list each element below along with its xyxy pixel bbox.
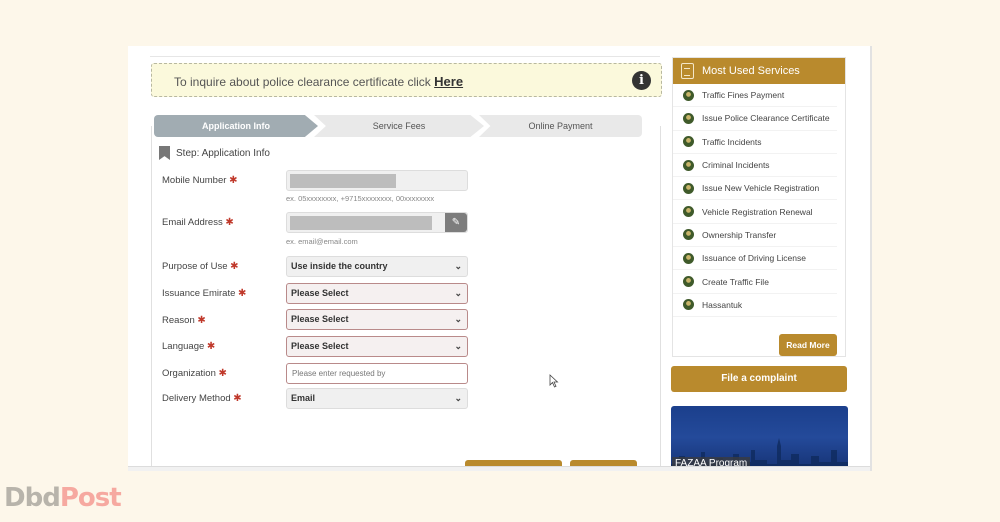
- organization-input[interactable]: Please enter requested by: [286, 363, 468, 384]
- browser-viewport: To inquire about police clearance certif…: [128, 46, 872, 471]
- required-icon: ✱: [229, 175, 238, 186]
- delivery-label: Delivery Method ✱: [162, 393, 242, 404]
- service-label: Issue Police Clearance Certificate: [702, 113, 830, 124]
- required-icon: ✱: [238, 288, 247, 299]
- required-icon: ✱: [233, 393, 242, 404]
- masked-value: [290, 216, 432, 230]
- service-label: Ownership Transfer: [702, 229, 777, 240]
- reason-label: Reason ✱: [162, 315, 206, 326]
- chevron-down-icon: ⌄: [454, 393, 462, 403]
- service-item[interactable]: Issuance of Driving License: [673, 247, 837, 271]
- service-label: Traffic Fines Payment: [702, 90, 785, 101]
- info-icon: i: [632, 71, 651, 90]
- taskbar-edge: [128, 466, 870, 471]
- required-icon: ✱: [230, 261, 239, 272]
- mobile-label: Mobile Number ✱: [162, 175, 238, 186]
- email-input[interactable]: ✎: [286, 212, 468, 233]
- required-icon: ✱: [197, 315, 206, 326]
- panel-title: Most Used Services: [702, 65, 800, 77]
- police-emblem-icon: [683, 159, 694, 171]
- organization-label: Organization ✱: [162, 368, 227, 379]
- here-link[interactable]: Here: [434, 74, 463, 89]
- service-item[interactable]: Criminal Incidents: [673, 154, 837, 178]
- step-application-info[interactable]: Application Info: [154, 115, 318, 137]
- file-complaint-button[interactable]: File a complaint: [671, 366, 847, 392]
- service-label: Criminal Incidents: [702, 160, 770, 171]
- divider: [150, 56, 660, 57]
- pencil-icon: ✎: [451, 217, 461, 228]
- reason-select[interactable]: Please Select ⌄: [286, 309, 468, 330]
- organization-placeholder: Please enter requested by: [292, 369, 386, 378]
- police-emblem-icon: [683, 276, 694, 288]
- police-emblem-icon: [683, 112, 694, 124]
- service-label: Traffic Incidents: [702, 136, 762, 147]
- police-emblem-icon: [683, 89, 694, 101]
- email-label: Email Address ✱: [162, 217, 234, 228]
- service-item[interactable]: Create Traffic File: [673, 270, 837, 294]
- required-icon: ✱: [218, 368, 227, 379]
- police-emblem-icon: [683, 182, 694, 194]
- required-icon: ✱: [206, 341, 216, 352]
- service-label: Hassantuk: [702, 299, 743, 310]
- masked-value: [290, 174, 396, 188]
- language-select[interactable]: Please Select ⌄: [286, 336, 468, 357]
- police-emblem-icon: [683, 206, 694, 218]
- mobile-hint: ex. 05xxxxxxxx, +9715xxxxxxxx, 00xxxxxxx…: [286, 194, 435, 203]
- notice-message: To inquire about police clearance certif…: [174, 75, 431, 89]
- purpose-label: Purpose of Use ✱: [162, 261, 239, 272]
- bookmark-icon: [159, 146, 170, 160]
- issuance-emirate-select[interactable]: Please Select ⌄: [286, 283, 468, 304]
- edit-email-button[interactable]: ✎: [445, 213, 467, 232]
- fazaa-banner[interactable]: FAZAA Program: [671, 406, 848, 471]
- service-label: Issuance of Driving License: [702, 253, 806, 264]
- service-item[interactable]: Issue New Vehicle Registration: [673, 177, 837, 201]
- mobile-number-input[interactable]: [286, 170, 468, 191]
- service-item[interactable]: Vehicle Registration Renewal: [673, 200, 837, 224]
- language-label: Language ✱: [162, 341, 216, 352]
- service-item[interactable]: Traffic Fines Payment: [673, 84, 837, 108]
- watermark-part2: Post: [59, 483, 122, 513]
- watermark-part1: Dbd: [4, 483, 61, 513]
- delivery-method-select[interactable]: Email ⌄: [286, 388, 468, 409]
- police-emblem-icon: [683, 299, 694, 311]
- service-label: Create Traffic File: [702, 276, 769, 287]
- purpose-of-use-select[interactable]: Use inside the country ⌄: [286, 256, 468, 277]
- chevron-down-icon: ⌄: [454, 341, 462, 351]
- required-icon: ✱: [225, 217, 234, 228]
- step-service-fees[interactable]: Service Fees: [314, 115, 484, 137]
- service-item[interactable]: Ownership Transfer: [673, 224, 837, 248]
- read-more-button[interactable]: Read More: [779, 334, 837, 356]
- chevron-down-icon: ⌄: [454, 288, 462, 298]
- step-title: Step: Application Info: [159, 146, 270, 160]
- service-label: Issue New Vehicle Registration: [702, 183, 820, 194]
- info-notice: To inquire about police clearance certif…: [151, 63, 662, 97]
- police-emblem-icon: [683, 229, 694, 241]
- services-list: Traffic Fines Payment Issue Police Cleara…: [673, 84, 845, 317]
- notice-text: To inquire about police clearance certif…: [174, 74, 463, 89]
- step-online-payment[interactable]: Online Payment: [479, 115, 642, 137]
- service-item[interactable]: Hassantuk: [673, 294, 837, 317]
- service-item[interactable]: Issue Police Clearance Certificate: [673, 107, 837, 131]
- chevron-down-icon: ⌄: [454, 261, 462, 271]
- email-hint: ex. email@email.com: [286, 237, 358, 246]
- chevron-down-icon: ⌄: [454, 314, 462, 324]
- police-emblem-icon: [683, 136, 694, 148]
- service-label: Vehicle Registration Renewal: [702, 206, 813, 217]
- step-wizard: Application Info Service Fees Online Pay…: [154, 115, 642, 137]
- document-icon: [681, 63, 694, 79]
- service-item[interactable]: Traffic Incidents: [673, 131, 837, 154]
- watermark-logo: DbdPost: [4, 483, 122, 513]
- police-emblem-icon: [683, 252, 694, 264]
- step-title-text: Step: Application Info: [176, 147, 270, 159]
- panel-header: Most Used Services: [673, 58, 845, 84]
- emirate-label: Issuance Emirate ✱: [162, 288, 247, 299]
- mouse-cursor-icon: [549, 374, 559, 388]
- most-used-services-panel: Most Used Services Traffic Fines Payment…: [672, 57, 846, 357]
